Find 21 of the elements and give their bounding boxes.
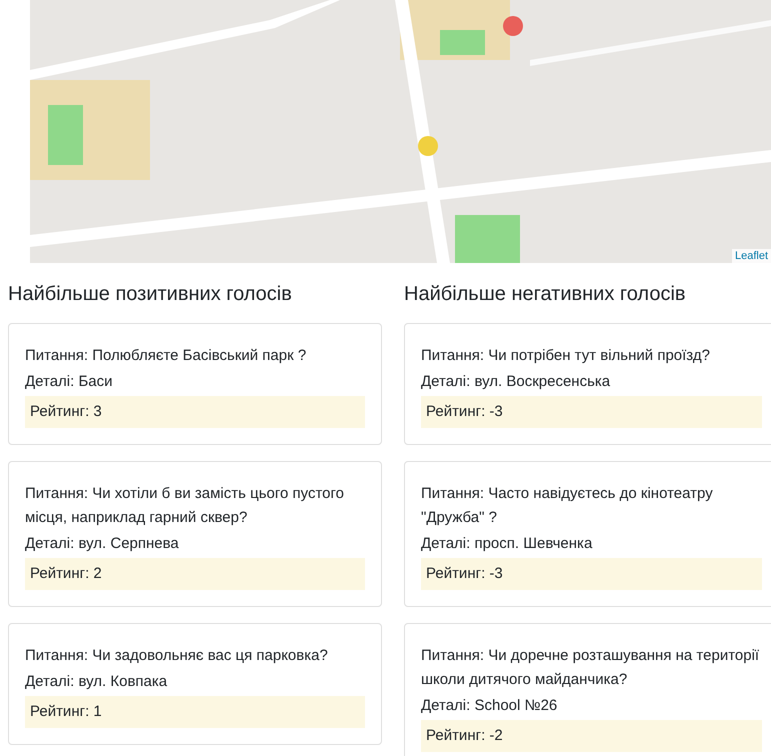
question-text: Питання: Чи задовольняє вас ця парковка? [25, 646, 329, 666]
rating-label: Рейтинг: -3 [421, 396, 762, 428]
question-text: Питання: Чи хотіли б ви замість цього пустого місця, наприклад гарний сквер? [25, 484, 345, 528]
question-text: Питання: Полюбляєте Басівський парк ? [25, 346, 308, 366]
details-text: Деталі: вул. Серпнева [25, 534, 180, 554]
details-text: Деталі: вул. Воскресенська [421, 372, 612, 392]
details-text: Деталі: вул. Ковпака [25, 672, 168, 692]
details-text: Деталі: Баси [25, 372, 114, 392]
attribution-link[interactable]: Leaflet [732, 249, 771, 263]
section-heading: Найбільше позитивних голосів [8, 283, 293, 306]
question-text: Питання: Часто навідуєтесь до кінотеатру "Дружба" ? [421, 484, 714, 528]
details-text: Деталі: School №26 [421, 696, 558, 716]
rating-label: Рейтинг: -2 [421, 720, 762, 752]
question-text: Питання: Чи доречне розташування на території школи дитячого майданчика? [421, 646, 760, 690]
section-heading: Найбільше негативних голосів [404, 283, 687, 306]
rating-label: Рейтинг: 3 [25, 396, 365, 428]
details-text: Деталі: просп. Шевченка [421, 534, 594, 554]
rating-label: Рейтинг: 1 [25, 696, 365, 728]
rating-label: Рейтинг: 2 [25, 558, 365, 590]
question-text: Питання: Чи потрібен тут вільний проїзд? [421, 346, 711, 366]
rating-label: Рейтинг: -3 [421, 558, 762, 590]
